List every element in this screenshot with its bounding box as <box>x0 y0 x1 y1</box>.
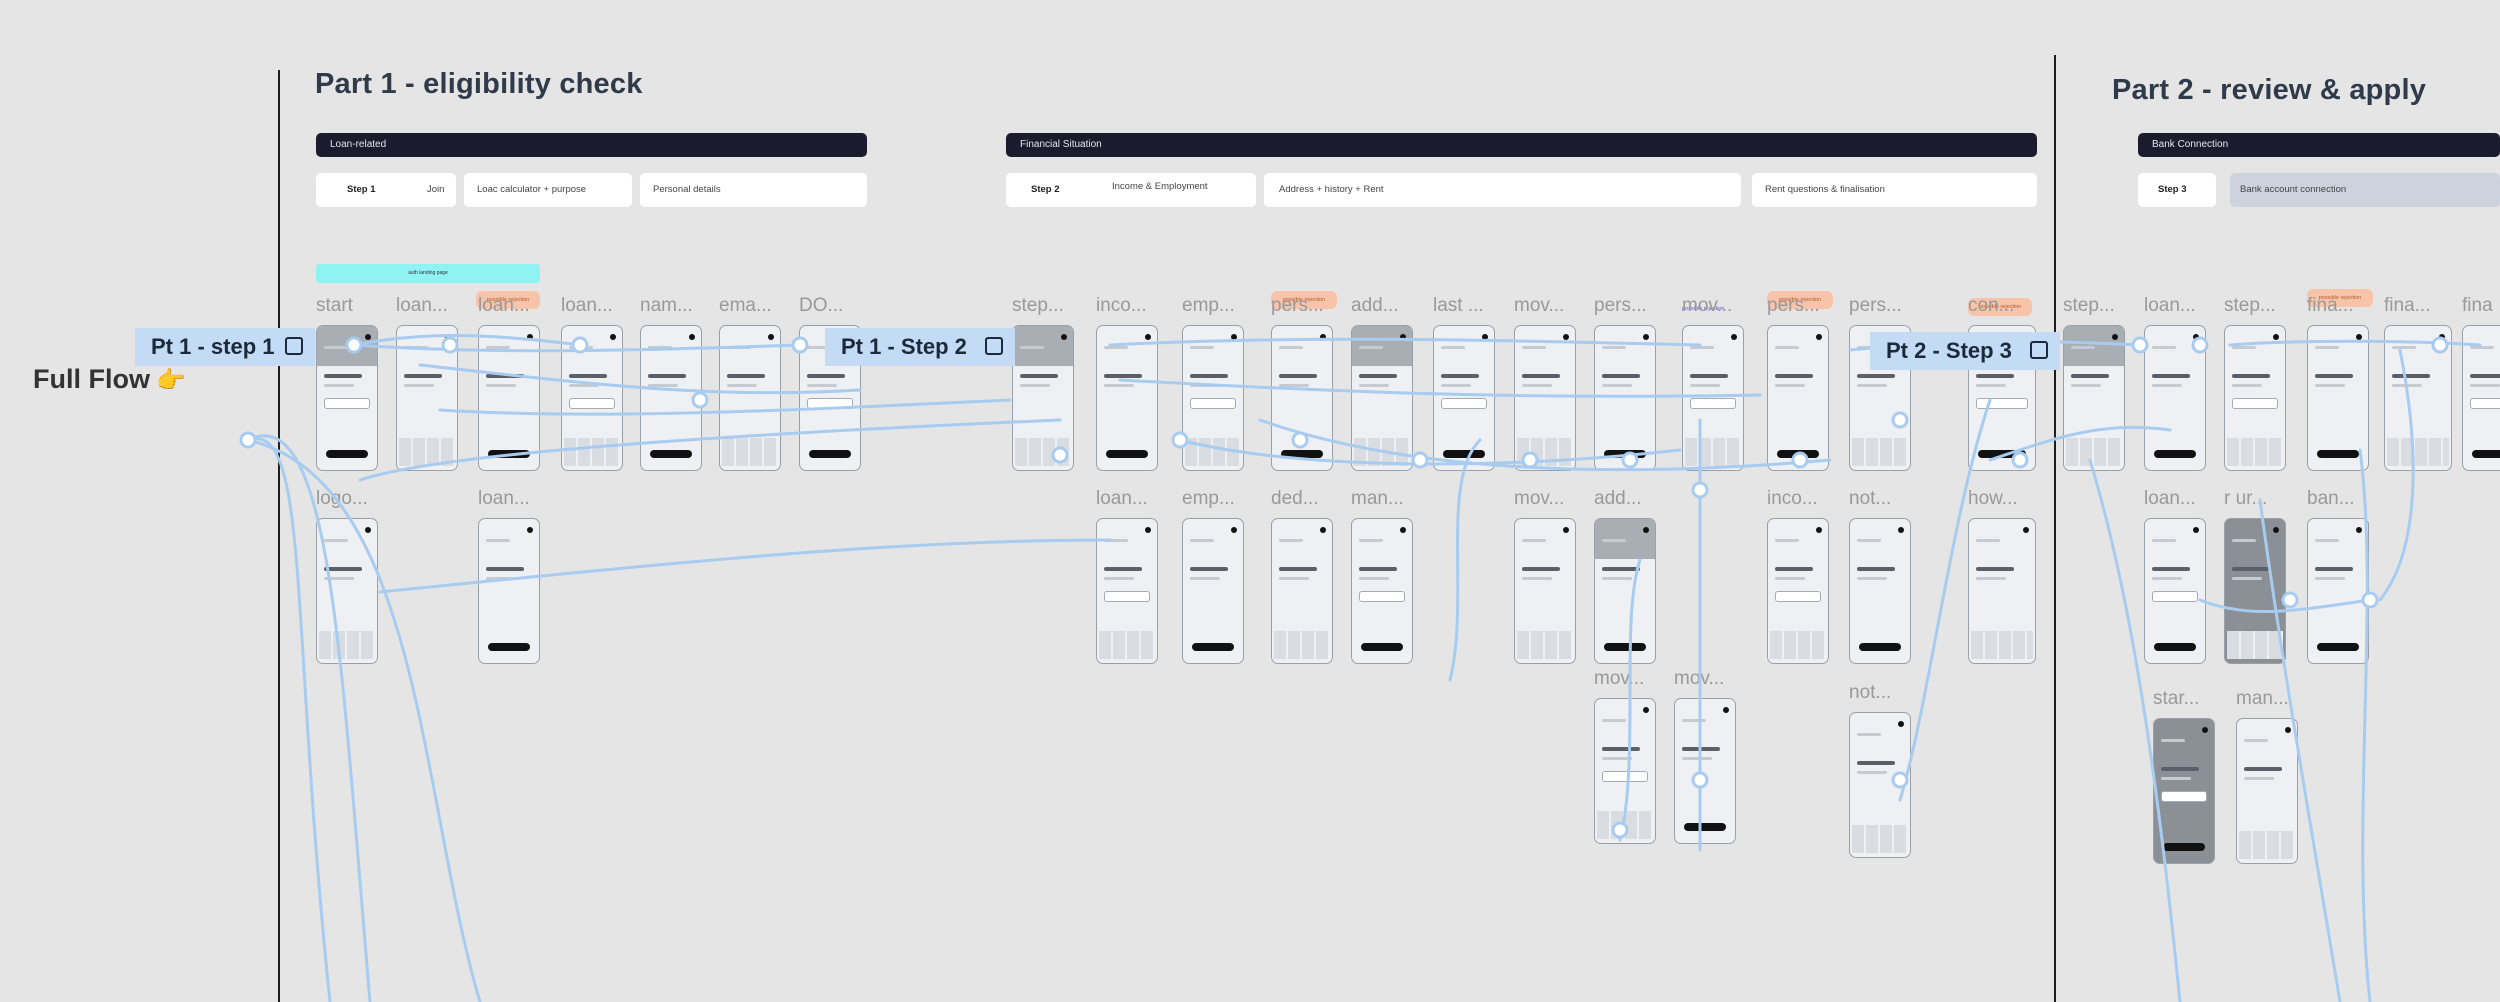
connector-node <box>1411 451 1429 469</box>
connector-node <box>1691 481 1709 499</box>
connector <box>1448 438 1482 682</box>
connector <box>1618 558 1642 842</box>
connector <box>2378 348 2415 602</box>
connector-node <box>1891 411 1909 429</box>
callout-pt1-step2-text: Pt 1 - Step 2 <box>841 334 967 359</box>
connector-node <box>345 336 363 354</box>
connector <box>1898 398 1992 802</box>
connector-node <box>2191 336 2209 354</box>
connector <box>358 418 1062 482</box>
calendar-icon <box>285 337 303 355</box>
connector-node <box>2431 336 2449 354</box>
connector <box>378 538 1112 594</box>
connector-node <box>1521 451 1539 469</box>
calendar-icon <box>2030 341 2048 359</box>
connector-node <box>2011 451 2029 469</box>
connector <box>1178 438 1682 466</box>
connector <box>418 363 862 395</box>
connector-node <box>791 336 809 354</box>
connector-node <box>1051 446 1069 464</box>
flow-connectors <box>239 334 2482 1002</box>
connector <box>1118 378 1762 398</box>
connector-node <box>1171 431 1189 449</box>
connector-node <box>1891 771 1909 789</box>
connector <box>2258 498 2342 1002</box>
callout-pt1-step1: Pt 1 - step 1 <box>135 328 315 366</box>
callout-pt2-step3-text: Pt 2 - Step 3 <box>1886 338 2012 363</box>
connector-node <box>691 391 709 409</box>
connector-node <box>2131 336 2149 354</box>
connector-node <box>2361 591 2379 609</box>
callout-pt2-step3: Pt 2 - Step 3 <box>1870 332 2060 370</box>
connector-node <box>571 336 589 354</box>
connector-node <box>2281 591 2299 609</box>
connector <box>2358 448 2372 1002</box>
connector-node <box>239 431 257 449</box>
connector-node <box>1791 451 1809 469</box>
callout-pt1-step1-text: Pt 1 - step 1 <box>151 334 275 359</box>
calendar-icon <box>985 337 1003 355</box>
connector-node <box>1691 771 1709 789</box>
connector <box>1108 337 1702 347</box>
connector-node <box>441 336 459 354</box>
connector-node <box>1611 821 1629 839</box>
connector <box>2088 458 2182 1002</box>
connector <box>438 398 1012 416</box>
connector <box>352 334 582 347</box>
connector-node <box>1621 451 1639 469</box>
connector-node <box>1291 431 1309 449</box>
callout-pt1-step2: Pt 1 - Step 2 <box>825 328 1015 366</box>
